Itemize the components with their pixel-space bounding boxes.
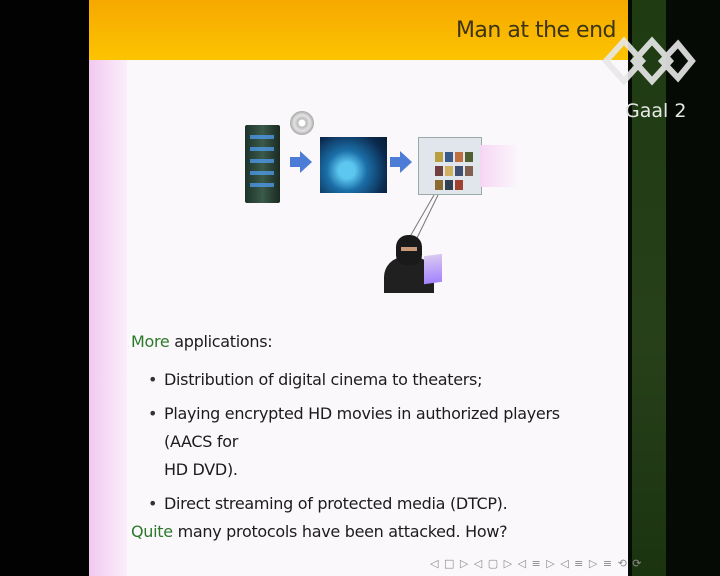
slide-header: Man at the end: [89, 0, 628, 60]
outro-text: Quite many protocols have been attacked.…: [131, 522, 508, 541]
left-black-border: [0, 0, 89, 576]
server-icon: [245, 125, 280, 203]
outro-accent: Quite: [131, 522, 173, 541]
pink-smear: [480, 145, 520, 187]
bullet-item: Direct streaming of protected media (DTC…: [148, 490, 608, 518]
channel-logo-text: Gaal 2: [625, 100, 687, 122]
diagram: [150, 105, 530, 305]
slide-title: Man at the end: [455, 18, 617, 43]
media-player-screen-image: [418, 137, 482, 195]
hacker-image: [384, 235, 446, 293]
intro-accent: More: [131, 332, 170, 351]
disc-icon: [290, 111, 314, 135]
intro-text: More applications:: [131, 332, 273, 351]
beamer-navigation[interactable]: ◁ □ ▷ ◁ ▢ ▷ ◁ ≡ ▷ ◁ ≡ ▷ ≡ ⟲ ⟳: [430, 557, 643, 570]
outro-rest: many protocols have been attacked. How?: [172, 522, 508, 541]
bullet-item: Playing encrypted HD movies in authorize…: [148, 400, 608, 484]
channel-logo-icon: [601, 36, 696, 86]
network-globe-image: [320, 137, 387, 193]
bullet-list: Distribution of digital cinema to theate…: [148, 366, 608, 524]
pink-smear-left: [89, 60, 127, 576]
bullet-item: Distribution of digital cinema to theate…: [148, 366, 608, 394]
intro-rest: applications:: [169, 332, 273, 351]
